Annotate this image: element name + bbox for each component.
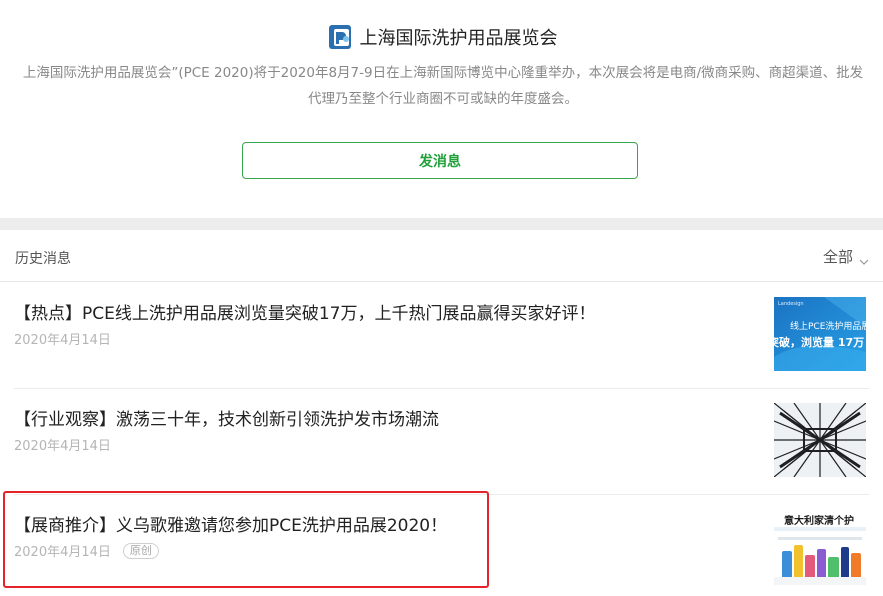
history-filter-dropdown[interactable]: 全部 bbox=[823, 246, 869, 267]
account-title-row: 上海国际洗护用品展览会 bbox=[0, 22, 883, 52]
article-date: 2020年4月14日 bbox=[14, 439, 111, 454]
article-title[interactable]: 【展商推介】义乌歌雅邀请您参加PCE洗护用品展2020！ bbox=[14, 511, 447, 536]
article-item[interactable]: 【行业观察】激荡三十年，技术创新引领洗护发市场潮流 2020年4月14日 bbox=[0, 389, 883, 495]
account-profile: 上海国际洗护用品展览会 上海国际洗护用品展览会”(PCE 2020)将于2020… bbox=[0, 0, 883, 218]
thumb-text-line2: 突破，浏览量 17万 bbox=[774, 336, 865, 349]
article-item[interactable]: 【热点】PCE线上洗护用品展浏览量突破17万，上千热门展品赢得买家好评！ 202… bbox=[0, 283, 883, 389]
account-logo-icon bbox=[326, 23, 354, 51]
article-meta: 2020年4月14日 bbox=[14, 435, 111, 454]
article-thumbnail[interactable] bbox=[774, 403, 866, 477]
account-name: 上海国际洗护用品展览会 bbox=[359, 28, 558, 49]
account-description: 上海国际洗护用品展览会”(PCE 2020)将于2020年8月7-9日在上海新国… bbox=[22, 65, 864, 107]
thumb-text-line1: 意大利家清个护 bbox=[784, 516, 854, 527]
svg-text:Landesign: Landesign bbox=[778, 301, 804, 307]
thumb-text-line1: 线上PCE洗护用品展 bbox=[790, 322, 866, 332]
article-thumbnail[interactable]: Landesign 线上PCE洗护用品展 突破，浏览量 17万 bbox=[774, 297, 866, 371]
original-tag: 原创 bbox=[122, 542, 159, 559]
power-tower-image bbox=[774, 403, 866, 477]
article-title[interactable]: 【行业观察】激荡三十年，技术创新引领洗护发市场潮流 bbox=[14, 405, 439, 430]
article-title[interactable]: 【热点】PCE线上洗护用品展浏览量突破17万，上千热门展品赢得买家好评！ bbox=[14, 299, 596, 324]
article-meta: 2020年4月14日 bbox=[14, 329, 111, 348]
section-divider bbox=[0, 218, 883, 230]
article-thumbnail[interactable]: 意大利家清个护 bbox=[774, 511, 866, 585]
history-title: 历史消息 bbox=[15, 251, 71, 267]
article-meta: 2020年4月14日 原创 bbox=[14, 541, 159, 560]
history-header: 历史消息 全部 bbox=[0, 230, 883, 282]
article-date: 2020年4月14日 bbox=[14, 545, 111, 560]
article-item[interactable]: 【展商推介】义乌歌雅邀请您参加PCE洗护用品展2020！ 2020年4月14日 … bbox=[0, 495, 883, 596]
article-date: 2020年4月14日 bbox=[14, 333, 111, 348]
chevron-down-icon bbox=[859, 252, 869, 265]
filter-label: 全部 bbox=[822, 248, 853, 266]
send-message-button[interactable]: 发消息 bbox=[242, 142, 638, 179]
